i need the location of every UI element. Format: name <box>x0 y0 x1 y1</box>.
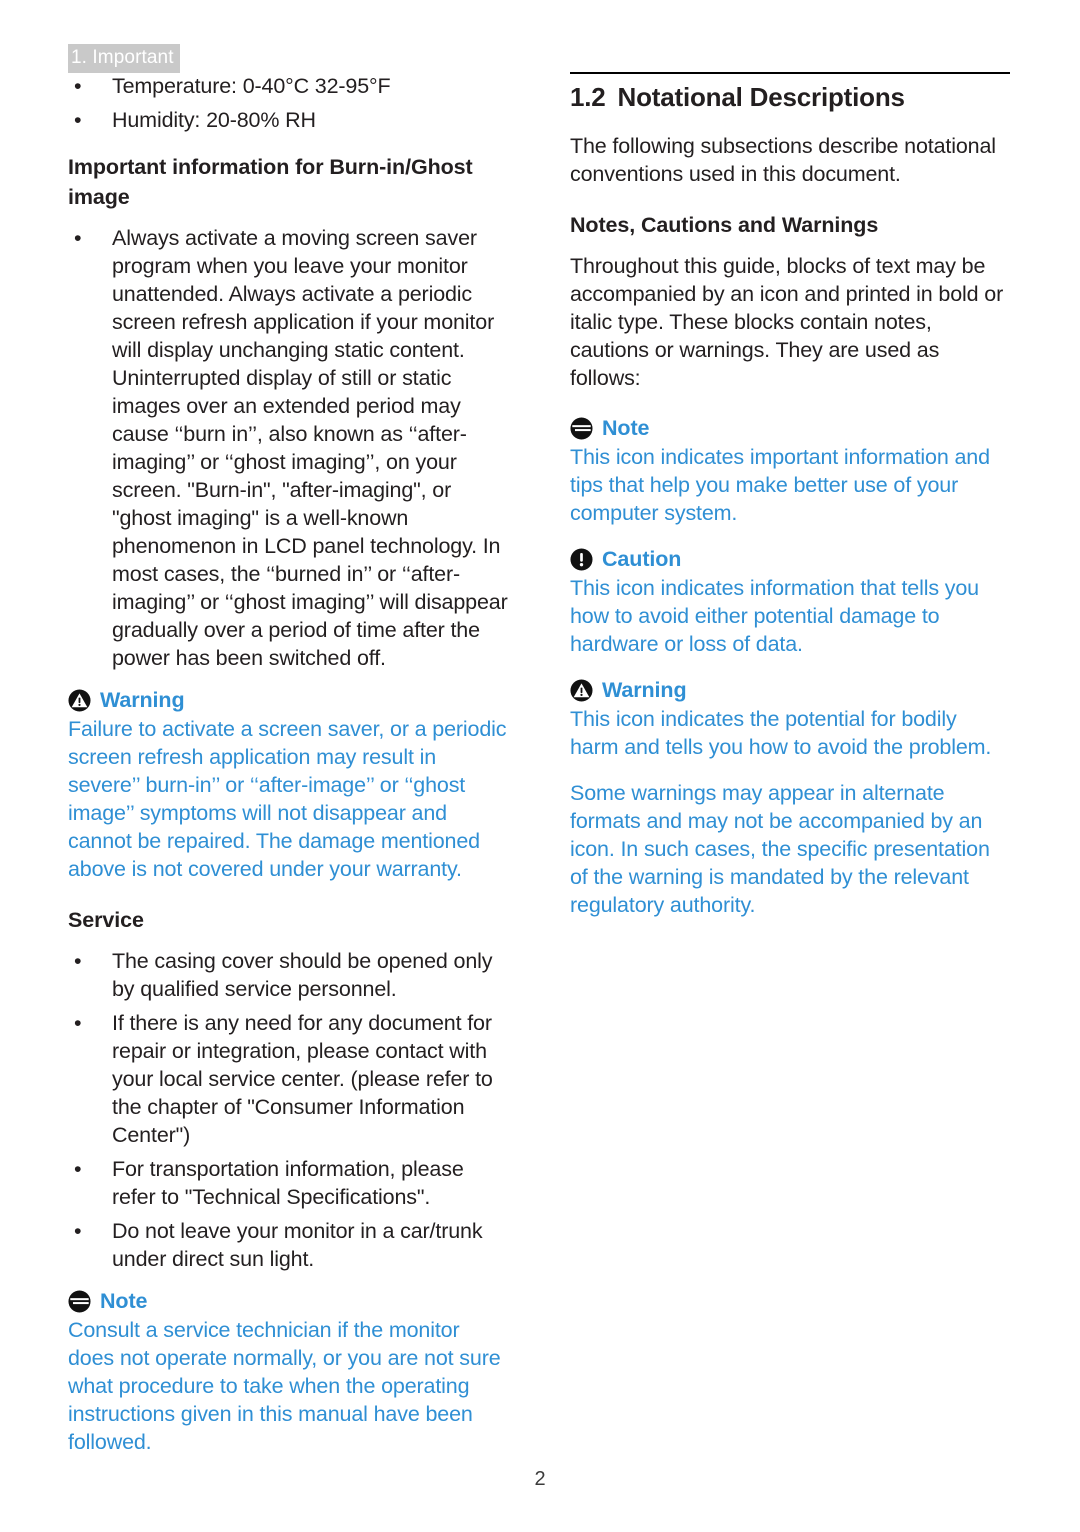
note-callout: Note Consult a service technician if the… <box>68 1287 508 1456</box>
list-item-text: The casing cover should be opened only b… <box>112 949 493 1001</box>
warning-callout-body: Failure to activate a screen saver, or a… <box>68 717 507 881</box>
right-column: 1.2 Notational Descriptions The following… <box>570 72 1010 919</box>
list-item: • Humidity: 20-80% RH <box>68 106 508 134</box>
note-callout-body: Consult a service technician if the moni… <box>68 1318 501 1454</box>
caution-callout: Caution This icon indicates information … <box>570 545 1010 658</box>
section-number: 1.2 <box>570 82 606 112</box>
list-item: • Do not leave your monitor in a car/tru… <box>68 1217 508 1273</box>
list-item-text: Do not leave your monitor in a car/trunk… <box>112 1219 483 1271</box>
section-intro-paragraph: The following subsections describe notat… <box>570 134 996 186</box>
document-page: 1. Important • Temperature: 0-40°C 32-95… <box>0 0 1080 1532</box>
page-number: 2 <box>534 1468 546 1490</box>
bullet-dot-icon: • <box>74 1011 82 1035</box>
left-column: • Temperature: 0-40°C 32-95°F • Humidity… <box>68 72 508 1456</box>
service-bullet-list: • The casing cover should be opened only… <box>68 947 508 1273</box>
caution-callout-body: This icon indicates information that tel… <box>570 576 979 656</box>
warning-callout-body: This icon indicates the potential for bo… <box>570 707 992 759</box>
list-item: • The casing cover should be opened only… <box>68 947 508 1003</box>
note-callout-label: Note <box>602 416 650 440</box>
service-heading: Service <box>68 908 144 932</box>
note-callout-header: Note <box>68 1287 508 1315</box>
list-item: • For transportation information, please… <box>68 1155 508 1211</box>
burnin-bullet-list: • Always activate a moving screen saver … <box>68 224 508 672</box>
bullet-dot-icon: • <box>74 226 82 250</box>
list-item-text: Always activate a moving screen saver pr… <box>112 226 508 670</box>
list-item-text: Humidity: 20-80% RH <box>112 108 316 132</box>
warning-callout: Warning This icon indicates the potentia… <box>570 676 1010 761</box>
bullet-dot-icon: • <box>74 1219 82 1243</box>
caution-callout-label: Caution <box>602 547 682 571</box>
bullet-dot-icon: • <box>74 108 82 132</box>
burnin-heading: Important information for Burn-in/Ghost … <box>68 155 473 209</box>
closing-note-paragraph: Some warnings may appear in alternate fo… <box>570 781 990 917</box>
warning-callout-header: Warning <box>570 676 1010 704</box>
list-item: • If there is any need for any document … <box>68 1009 508 1149</box>
list-item-text: Temperature: 0-40°C 32-95°F <box>112 74 391 98</box>
bullet-dot-icon: • <box>74 1157 82 1181</box>
list-item: • Temperature: 0-40°C 32-95°F <box>68 72 508 100</box>
note-callout-label: Note <box>100 1289 148 1313</box>
bullet-dot-icon: • <box>74 949 82 973</box>
note-lines-icon <box>570 416 593 440</box>
warning-callout-label: Warning <box>602 678 687 702</box>
running-header-badge: 1. Important <box>68 44 180 73</box>
warning-callout: Warning Failure to activate a screen sav… <box>68 686 508 883</box>
note-callout-body: This icon indicates important informatio… <box>570 445 990 525</box>
note-callout: Note This icon indicates important infor… <box>570 414 1010 527</box>
warning-triangle-icon <box>68 688 91 712</box>
bullet-dot-icon: • <box>74 74 82 98</box>
warning-callout-label: Warning <box>100 688 185 712</box>
page-title: 1.2 Notational Descriptions <box>570 80 1010 114</box>
caution-callout-header: Caution <box>570 545 1010 573</box>
list-item-text: If there is any need for any document fo… <box>112 1011 493 1147</box>
note-lines-icon <box>68 1289 91 1313</box>
list-item-text: For transportation information, please r… <box>112 1157 464 1209</box>
section-rule-divider <box>570 72 1010 74</box>
note-callout-header: Note <box>570 414 1010 442</box>
notes-cautions-warnings-body: Throughout this guide, blocks of text ma… <box>570 254 1004 390</box>
warning-callout-header: Warning <box>68 686 508 714</box>
spec-bullet-list: • Temperature: 0-40°C 32-95°F • Humidity… <box>68 72 508 134</box>
caution-exclamation-icon <box>570 547 593 571</box>
list-item: • Always activate a moving screen saver … <box>68 224 508 672</box>
warning-triangle-icon <box>570 678 593 702</box>
notes-cautions-warnings-heading: Notes, Cautions and Warnings <box>570 213 879 237</box>
section-title-text: Notational Descriptions <box>617 82 905 112</box>
